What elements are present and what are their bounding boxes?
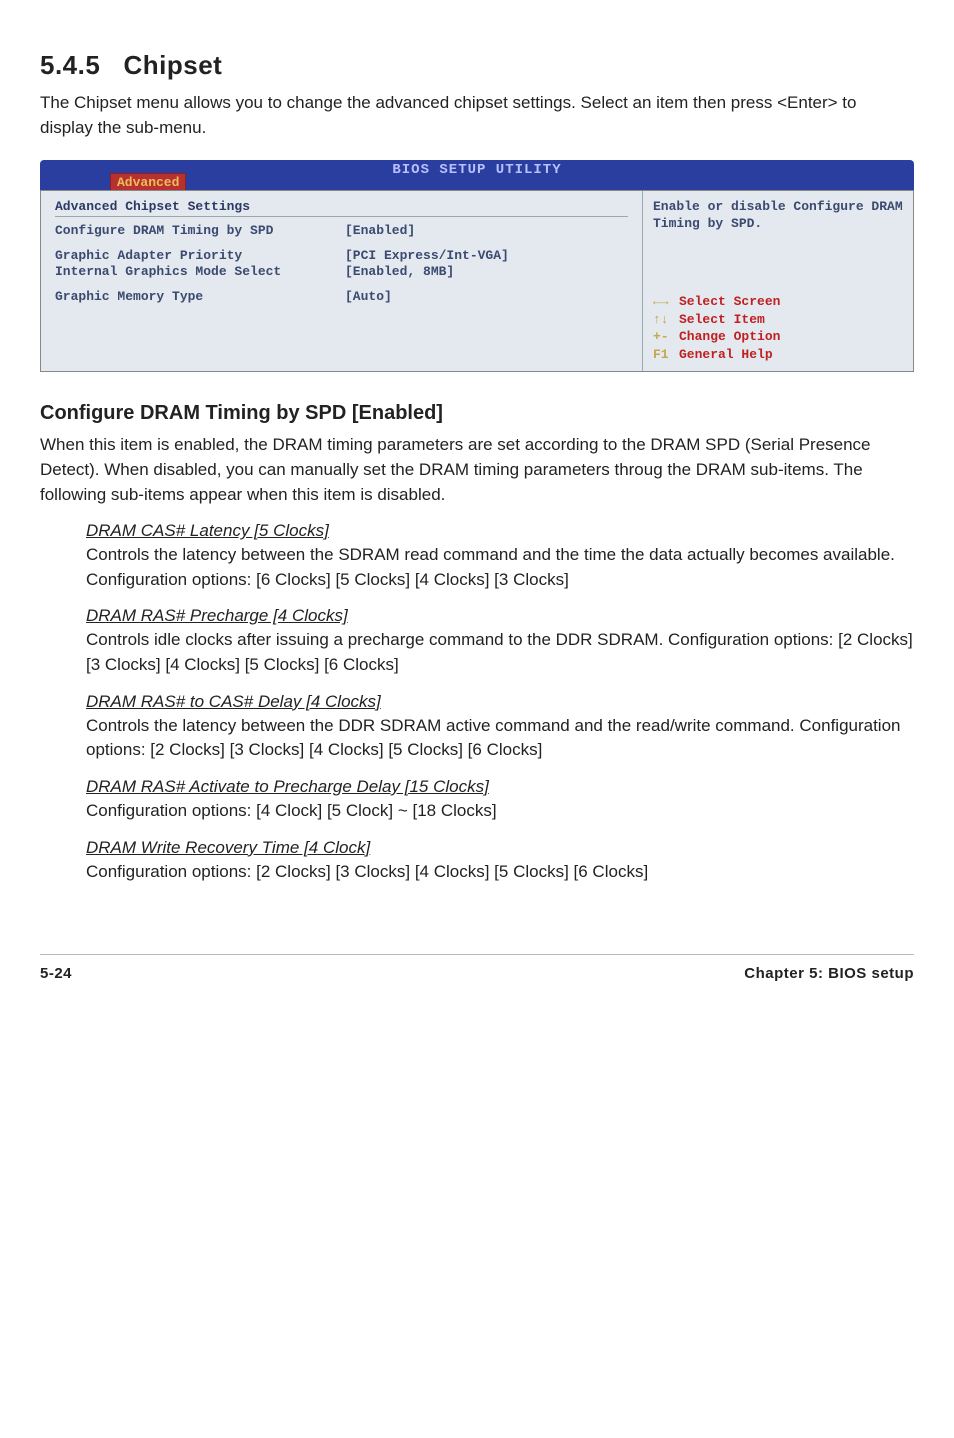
sub-item-desc: Configuration options: [2 Clocks] [3 Clo… <box>86 862 648 881</box>
bios-value: [PCI Express/Int-VGA] <box>345 248 509 263</box>
bios-value: [Enabled, 8MB] <box>345 264 454 279</box>
bios-screenshot: BIOS SETUP UTILITY Advanced Advanced Chi… <box>40 160 914 372</box>
page-footer: 5-24 Chapter 5: BIOS setup <box>40 954 914 982</box>
bios-row: Graphic Adapter Priority [PCI Express/In… <box>55 248 628 263</box>
sub-item: DRAM CAS# Latency [5 Clocks] Controls th… <box>86 521 914 592</box>
section-number: 5.4.5 <box>40 50 100 80</box>
key-icon: F1 <box>653 346 679 364</box>
intro-paragraph: The Chipset menu allows you to change th… <box>40 91 914 140</box>
bios-right-panel: Enable or disable Configure DRAM Timing … <box>642 191 913 371</box>
bios-titlebar: BIOS SETUP UTILITY Advanced <box>40 160 914 190</box>
page-number: 5-24 <box>40 965 72 982</box>
key-icon: ↑↓ <box>653 311 679 329</box>
bios-tab-advanced: Advanced <box>110 173 186 190</box>
bios-label: Graphic Adapter Priority <box>55 248 345 263</box>
chapter-label: Chapter 5: BIOS setup <box>744 965 914 982</box>
bios-section-heading: Advanced Chipset Settings <box>55 199 628 214</box>
divider <box>55 216 628 217</box>
key-icon: +- <box>653 328 679 346</box>
bios-label: Configure DRAM Timing by SPD <box>55 223 345 238</box>
sub-item-title: DRAM CAS# Latency [5 Clocks] <box>86 521 914 541</box>
bios-label: Graphic Memory Type <box>55 289 345 304</box>
bios-value: [Enabled] <box>345 223 415 238</box>
sub-item: DRAM Write Recovery Time [4 Clock] Confi… <box>86 838 914 885</box>
bios-left-panel: Advanced Chipset Settings Configure DRAM… <box>41 191 642 371</box>
sub-item: DRAM RAS# Precharge [4 Clocks] Controls … <box>86 606 914 677</box>
sub-item-title: DRAM RAS# Activate to Precharge Delay [1… <box>86 777 914 797</box>
key-label: Select Item <box>679 312 765 327</box>
section-title: Chipset <box>124 50 223 80</box>
bios-row: Internal Graphics Mode Select [Enabled, … <box>55 264 628 279</box>
bios-row: Configure DRAM Timing by SPD [Enabled] <box>55 223 628 238</box>
bios-value: [Auto] <box>345 289 392 304</box>
bios-help-text: Enable or disable Configure DRAM Timing … <box>653 199 903 233</box>
key-label: Select Screen <box>679 294 780 309</box>
sub-item-title: DRAM RAS# to CAS# Delay [4 Clocks] <box>86 692 914 712</box>
key-label: Change Option <box>679 329 780 344</box>
bios-key-legend: ←→Select Screen ↑↓Select Item +-Change O… <box>653 293 903 363</box>
bios-title: BIOS SETUP UTILITY <box>392 162 561 178</box>
subsection-description: When this item is enabled, the DRAM timi… <box>40 433 914 507</box>
sub-item-desc: Controls idle clocks after issuing a pre… <box>86 630 913 674</box>
sub-item-title: DRAM RAS# Precharge [4 Clocks] <box>86 606 914 626</box>
bios-row: Graphic Memory Type [Auto] <box>55 289 628 304</box>
sub-item-desc: Configuration options: [4 Clock] [5 Cloc… <box>86 801 497 820</box>
key-label: General Help <box>679 347 773 362</box>
section-heading: 5.4.5 Chipset <box>40 50 914 81</box>
sub-item: DRAM RAS# to CAS# Delay [4 Clocks] Contr… <box>86 692 914 763</box>
bios-body: Advanced Chipset Settings Configure DRAM… <box>40 190 914 372</box>
sub-item-title: DRAM Write Recovery Time [4 Clock] <box>86 838 914 858</box>
sub-item-desc: Controls the latency between the DDR SDR… <box>86 716 901 760</box>
bios-label: Internal Graphics Mode Select <box>55 264 345 279</box>
key-icon: ←→ <box>653 293 679 311</box>
subsection-heading: Configure DRAM Timing by SPD [Enabled] <box>40 402 914 425</box>
sub-item: DRAM RAS# Activate to Precharge Delay [1… <box>86 777 914 824</box>
sub-item-desc: Controls the latency between the SDRAM r… <box>86 545 895 589</box>
